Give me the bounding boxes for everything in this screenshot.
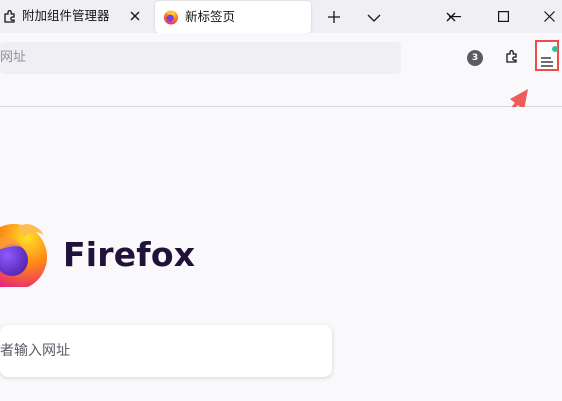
newtab-search-box[interactable]: 者输入网址 [0, 325, 332, 377]
close-window-button[interactable] [526, 0, 562, 33]
firefox-icon [163, 9, 179, 25]
new-tab-button[interactable] [320, 4, 348, 30]
list-all-tabs-button[interactable] [360, 4, 388, 30]
firefox-logo-icon [0, 224, 47, 287]
url-bar-placeholder: 网址 [0, 50, 27, 65]
url-bar[interactable]: 网址 [0, 42, 401, 74]
tab-addons-manager[interactable]: 附加组件管理器 [0, 0, 150, 33]
tab-bar: 附加组件管理器 新标签页 [0, 0, 562, 33]
badge-button[interactable]: 3 [462, 45, 488, 71]
search-placeholder: 者输入网址 [0, 343, 70, 359]
tab-close-button[interactable] [125, 6, 145, 26]
navigation-toolbar: 网址 3 [0, 33, 562, 83]
hamburger-icon [541, 52, 553, 71]
puzzle-icon [2, 8, 18, 24]
tab-label: 附加组件管理器 [22, 8, 110, 23]
extensions-button[interactable] [499, 45, 525, 71]
new-tab-page: Firefox 者输入网址 [0, 107, 562, 401]
chevron-down-icon [367, 8, 381, 27]
firefox-wordmark: Firefox [63, 235, 196, 274]
update-indicator-dot [552, 46, 558, 52]
app-menu-button[interactable] [535, 40, 559, 71]
tab-label: 新标签页 [185, 9, 236, 24]
tab-new-tab[interactable]: 新标签页 [155, 1, 456, 33]
count-badge: 3 [467, 50, 483, 66]
minimize-button[interactable] [432, 0, 478, 33]
maximize-button[interactable] [480, 0, 526, 33]
puzzle-icon [504, 48, 520, 68]
